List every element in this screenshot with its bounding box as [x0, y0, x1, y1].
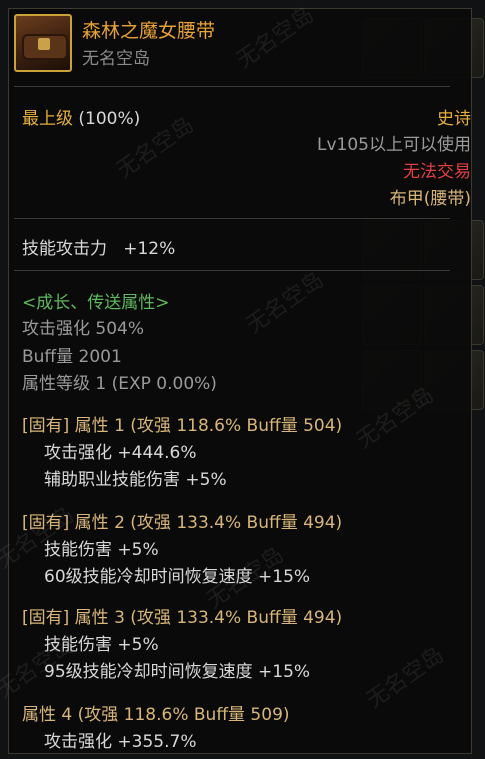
- attribute-2-title: [固有] 属性 2 (攻强 133.4% Buff量 494): [22, 513, 343, 533]
- attribute-3-line-1: 技能伤害 +5%: [44, 635, 159, 655]
- grade-percent: (100%): [78, 109, 141, 129]
- growth-level: 属性等级 1 (EXP 0.00%): [22, 374, 217, 394]
- skill-attack-stat: 技能攻击力 +12%: [22, 234, 175, 259]
- attribute-4-line-1: 攻击强化 +355.7%: [44, 732, 197, 752]
- attribute-4-title: 属性 4 (攻强 118.6% Buff量 509): [22, 705, 290, 725]
- level-requirement: Lv105以上可以使用: [317, 135, 471, 155]
- divider: [14, 218, 450, 219]
- grade-row: 最上级 (100%): [22, 104, 140, 129]
- grade-label: 最上级: [22, 109, 73, 129]
- growth-buff: Buff量 2001: [22, 347, 122, 367]
- divider: [14, 270, 450, 271]
- growth-attack: 攻击强化 504%: [22, 319, 145, 339]
- attribute-3-title: [固有] 属性 3 (攻强 133.4% Buff量 494): [22, 608, 343, 628]
- growth-header: <成长、传送属性>: [22, 293, 170, 313]
- divider: [14, 86, 450, 87]
- stat-value: +12%: [123, 239, 176, 259]
- attribute-2-line-2: 60级技能冷却时间恢复速度 +15%: [44, 567, 311, 587]
- attribute-1-line-2: 辅助职业技能伤害 +5%: [44, 470, 227, 490]
- attribute-1-line-1: 攻击强化 +444.6%: [44, 443, 197, 463]
- item-type: 布甲(腰带): [389, 189, 471, 209]
- attribute-3-line-2: 95级技能冷却时间恢复速度 +15%: [44, 662, 311, 682]
- rarity-label: 史诗: [437, 109, 471, 129]
- attribute-1-title: [固有] 属性 1 (攻强 118.6% Buff量 504): [22, 416, 343, 436]
- stat-label: 技能攻击力: [22, 239, 107, 259]
- attribute-2-line-1: 技能伤害 +5%: [44, 540, 159, 560]
- trade-status: 无法交易: [403, 162, 471, 182]
